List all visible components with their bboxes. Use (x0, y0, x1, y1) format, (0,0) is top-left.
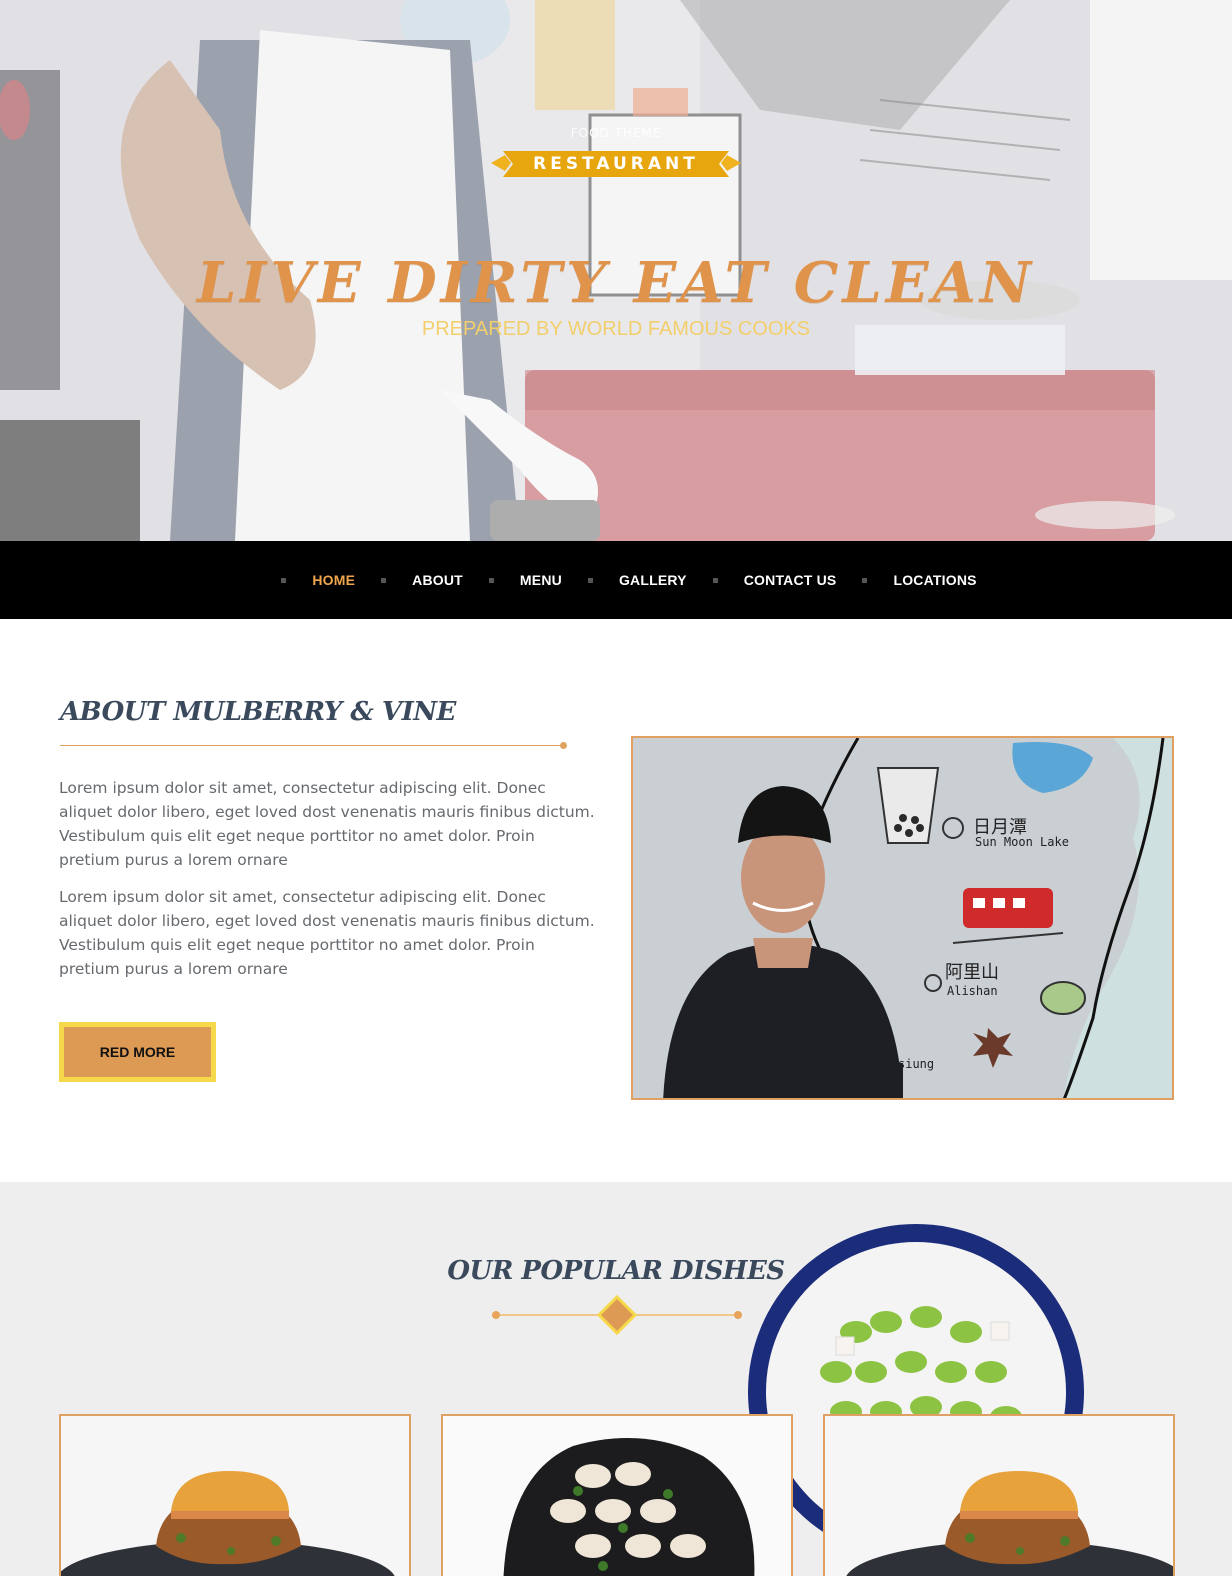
about-section: ABOUT MULBERRY & VINE Lorem ipsum dolor … (0, 619, 1232, 1182)
main-navigation: HOME ABOUT MENU GALLERY CONTACT US LOCAT… (0, 541, 1232, 619)
nav-link-contact-us[interactable]: CONTACT US (744, 572, 837, 588)
ribbon-label: RESTAURANT (533, 154, 699, 174)
owner-photo-image: 日月潭 Sun Moon Lake 阿里山 Alishan siung (633, 738, 1172, 1098)
nav-item-menu: MENU (463, 572, 562, 588)
nav-bullet-icon (281, 577, 287, 583)
nav-link-menu[interactable]: MENU (520, 572, 562, 588)
nav-bullet-icon (862, 577, 868, 583)
about-paragraph-1: Lorem ipsum dolor sit amet, consectetur … (59, 779, 595, 869)
diamond-divider-icon (492, 1295, 742, 1335)
read-more-button[interactable]: RED MORE (59, 1022, 216, 1082)
dumplings-image (443, 1416, 791, 1576)
chicken-sandwich-image (61, 1416, 409, 1576)
nav-item-contact: CONTACT US (687, 572, 837, 588)
owner-photo: 日月潭 Sun Moon Lake 阿里山 Alishan siung (631, 736, 1174, 1100)
chicken-sandwich-image (825, 1416, 1173, 1576)
map-label-lake-en: Sun Moon Lake (975, 835, 1069, 849)
popular-dishes-section: OUR POPULAR DISHES (0, 1182, 1232, 1576)
nav-item-about: ABOUT (355, 572, 463, 588)
nav-link-about[interactable]: ABOUT (412, 572, 463, 588)
about-title: ABOUT MULBERRY & VINE (60, 697, 456, 727)
nav-link-gallery[interactable]: GALLERY (619, 572, 687, 588)
nav-bullet-icon (488, 577, 494, 583)
map-label-mountain-en: Alishan (947, 984, 998, 998)
dish-card-chicken-sandwich[interactable] (59, 1414, 411, 1576)
nav-item-locations: LOCATIONS (836, 572, 976, 588)
nav-link-home[interactable]: HOME (312, 572, 355, 588)
hero-kicker: FOOD THEME (570, 126, 662, 140)
hero-title: LIVE DIRTY EAT CLEAN (196, 250, 1036, 316)
nav-bullet-icon (381, 577, 387, 583)
nav-item-gallery: GALLERY (562, 572, 687, 588)
hero-banner: FOOD THEME RESTAURANT LIVE DIRTY EAT CLE… (0, 0, 1232, 541)
nav-bullet-icon (712, 577, 718, 583)
about-paragraph-2: Lorem ipsum dolor sit amet, consectetur … (59, 888, 595, 978)
about-title-underline (60, 745, 564, 746)
nav-bullet-icon (587, 577, 593, 583)
underline-dot-icon (560, 742, 567, 749)
nav-item-home: HOME (255, 572, 355, 588)
dish-card-dumplings[interactable] (441, 1414, 793, 1576)
popular-dishes-title: OUR POPULAR DISHES (447, 1256, 785, 1286)
nav-link-locations[interactable]: LOCATIONS (893, 572, 976, 588)
hero-subtitle: PREPARED BY WORLD FAMOUS COOKS (421, 318, 811, 340)
read-more-label: RED MORE (64, 1027, 211, 1077)
map-label-partial: siung (898, 1057, 934, 1071)
map-label-mountain-cn: 阿里山 (945, 962, 999, 983)
dish-card-chicken-sandwich-2[interactable] (823, 1414, 1175, 1576)
